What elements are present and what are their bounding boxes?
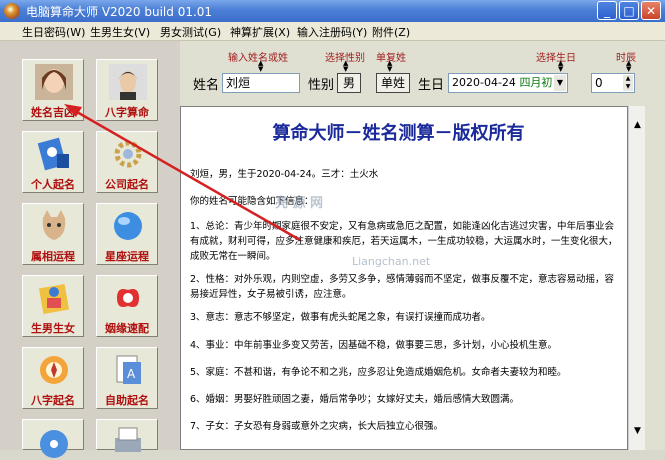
annotation-arrow	[64, 104, 301, 242]
